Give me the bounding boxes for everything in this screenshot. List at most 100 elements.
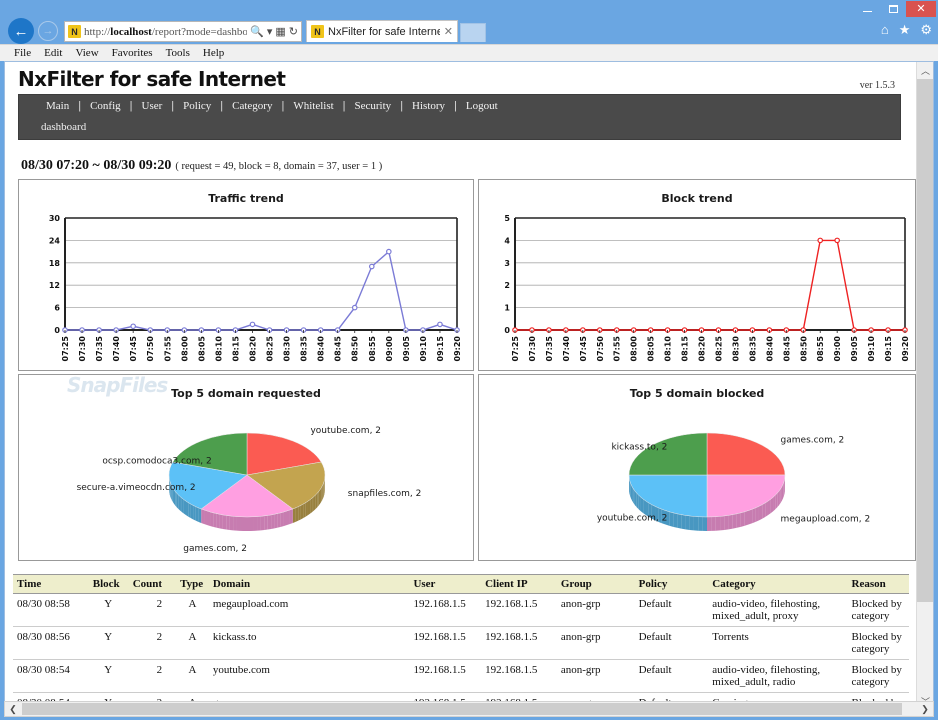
- svg-text:4: 4: [504, 236, 510, 245]
- panel-traffic-trend: Traffic trend 061218243007:2507:3007:350…: [18, 179, 474, 371]
- menu-item-favorites[interactable]: Favorites: [112, 47, 153, 59]
- new-tab-button[interactable]: [460, 23, 486, 42]
- nav-item-policy[interactable]: Policy: [174, 100, 220, 112]
- browser-tab[interactable]: N NxFilter for safe Internet ✕: [306, 20, 458, 42]
- forward-icon[interactable]: →: [38, 21, 58, 41]
- pie-slice-label: games.com, 2: [183, 544, 247, 554]
- svg-text:09:10: 09:10: [867, 336, 876, 362]
- svg-text:07:40: 07:40: [562, 336, 571, 362]
- cell-block: Y: [89, 627, 128, 660]
- svg-text:08:40: 08:40: [317, 336, 326, 362]
- minimize-button[interactable]: [854, 1, 880, 17]
- back-icon[interactable]: ←: [8, 18, 34, 44]
- table-row[interactable]: 08/30 08:56Y2Akickass.to192.168.1.5192.1…: [13, 627, 909, 660]
- horizontal-scrollbar[interactable]: ❮ ❯: [4, 701, 934, 717]
- column-header-group[interactable]: Group: [557, 575, 635, 594]
- menu-item-file[interactable]: File: [14, 47, 31, 59]
- column-header-block[interactable]: Block: [89, 575, 128, 594]
- table-row[interactable]: 08/30 08:54Y2Ayoutube.com192.168.1.5192.…: [13, 660, 909, 693]
- cell-type: A: [176, 660, 209, 693]
- svg-text:09:15: 09:15: [436, 336, 445, 362]
- chevron-down-icon[interactable]: ▾: [267, 25, 273, 38]
- cell-reason: Blocked by category: [848, 660, 910, 693]
- address-bar-url: http://localhost/report?mode=dashboard: [84, 26, 247, 38]
- compatibility-view-icon[interactable]: ▦: [275, 25, 285, 38]
- menu-item-help[interactable]: Help: [203, 47, 224, 59]
- close-icon[interactable]: ✕: [444, 25, 453, 38]
- svg-text:07:50: 07:50: [596, 336, 605, 362]
- nav-item-user[interactable]: User: [133, 100, 172, 112]
- vertical-scrollbar-thumb[interactable]: [917, 79, 934, 602]
- nav-item-history[interactable]: History: [403, 100, 454, 112]
- cell-type: A: [176, 594, 209, 627]
- search-icon[interactable]: 🔍: [250, 25, 264, 38]
- pie-slice-label: games.com, 2: [781, 435, 845, 445]
- pie-slice: [707, 433, 785, 475]
- scroll-right-icon[interactable]: ❯: [917, 702, 933, 716]
- column-header-reason[interactable]: Reason: [848, 575, 910, 594]
- tab-favicon: N: [311, 25, 324, 38]
- cell-time: 08/30 08:58: [13, 594, 89, 627]
- column-header-time[interactable]: Time: [13, 575, 89, 594]
- column-header-count[interactable]: Count: [128, 575, 176, 594]
- table-row[interactable]: 08/30 08:58Y2Amegaupload.com192.168.1.51…: [13, 594, 909, 627]
- page-title: NxFilter for safe Internet: [18, 67, 285, 91]
- svg-text:08:05: 08:05: [197, 336, 206, 362]
- svg-text:08:10: 08:10: [664, 336, 673, 362]
- chart-pie-requested: youtube.com, 2snapfiles.com, 2games.com,…: [19, 375, 473, 560]
- chart-title-top-requested: Top 5 domain requested: [19, 387, 473, 400]
- home-icon[interactable]: ⌂: [881, 22, 889, 38]
- maximize-button[interactable]: [880, 1, 906, 17]
- gear-icon[interactable]: ⚙: [920, 22, 932, 38]
- nav-item-whitelist[interactable]: Whitelist: [284, 100, 342, 112]
- svg-text:07:35: 07:35: [545, 336, 554, 362]
- column-header-type[interactable]: Type: [176, 575, 209, 594]
- panel-block-trend: Block trend 01234507:2507:3007:3507:4007…: [478, 179, 916, 371]
- browser-nav-row: ← → N http://localhost/report?mode=dashb…: [0, 18, 938, 44]
- cell-domain: kickass.to: [209, 627, 410, 660]
- svg-text:07:30: 07:30: [528, 336, 537, 362]
- svg-text:08:30: 08:30: [283, 336, 292, 362]
- svg-text:18: 18: [49, 259, 61, 268]
- menu-item-tools[interactable]: Tools: [166, 47, 190, 59]
- cell-type: A: [176, 627, 209, 660]
- address-bar[interactable]: N http://localhost/report?mode=dashboard…: [64, 21, 302, 42]
- pie-slice-label: ocsp.comodoca3.com, 2: [102, 457, 211, 467]
- svg-text:09:20: 09:20: [901, 336, 910, 362]
- cell-count: 2: [128, 660, 176, 693]
- log-table-head: Time Block Count Type Domain User Client…: [13, 575, 909, 594]
- vertical-scrollbar[interactable]: ︿ ﹀: [916, 62, 933, 709]
- svg-text:09:20: 09:20: [453, 336, 462, 362]
- nxfilter-dashboard: NxFilter for safe Internet ver 1.5.3 Mai…: [5, 62, 917, 709]
- nav-item-security[interactable]: Security: [346, 100, 401, 112]
- nav-item-logout[interactable]: Logout: [457, 100, 507, 112]
- site-favicon: N: [68, 25, 81, 38]
- nav-item-category[interactable]: Category: [223, 100, 281, 112]
- column-header-client-ip[interactable]: Client IP: [481, 575, 557, 594]
- chart-title-traffic-trend: Traffic trend: [19, 192, 473, 205]
- svg-text:08:40: 08:40: [765, 336, 774, 362]
- cell-group: anon-grp: [557, 660, 635, 693]
- cell-user: 192.168.1.5: [409, 594, 481, 627]
- column-header-policy[interactable]: Policy: [635, 575, 709, 594]
- favorites-star-icon[interactable]: ★: [899, 22, 911, 38]
- date-range-value: 08/30 07:20 ~ 08/30 09:20: [21, 158, 171, 173]
- horizontal-scrollbar-thumb[interactable]: [22, 703, 902, 715]
- subnav-item-dashboard[interactable]: dashboard: [41, 121, 86, 133]
- scroll-left-icon[interactable]: ❮: [5, 702, 21, 716]
- column-header-domain[interactable]: Domain: [209, 575, 410, 594]
- scroll-up-icon[interactable]: ︿: [917, 62, 934, 79]
- cell-user: 192.168.1.5: [409, 660, 481, 693]
- svg-text:1: 1: [504, 304, 510, 313]
- menu-item-view[interactable]: View: [75, 47, 98, 59]
- column-header-user[interactable]: User: [409, 575, 481, 594]
- nav-item-config[interactable]: Config: [81, 100, 130, 112]
- refresh-icon[interactable]: ↻: [289, 25, 298, 38]
- svg-text:6: 6: [54, 304, 60, 313]
- close-button[interactable]: ✕: [906, 1, 936, 17]
- pie-slice-label: megaupload.com, 2: [781, 515, 871, 525]
- nav-item-main[interactable]: Main: [37, 100, 78, 112]
- menu-item-edit[interactable]: Edit: [44, 47, 62, 59]
- cell-block: Y: [89, 660, 128, 693]
- column-header-category[interactable]: Category: [708, 575, 847, 594]
